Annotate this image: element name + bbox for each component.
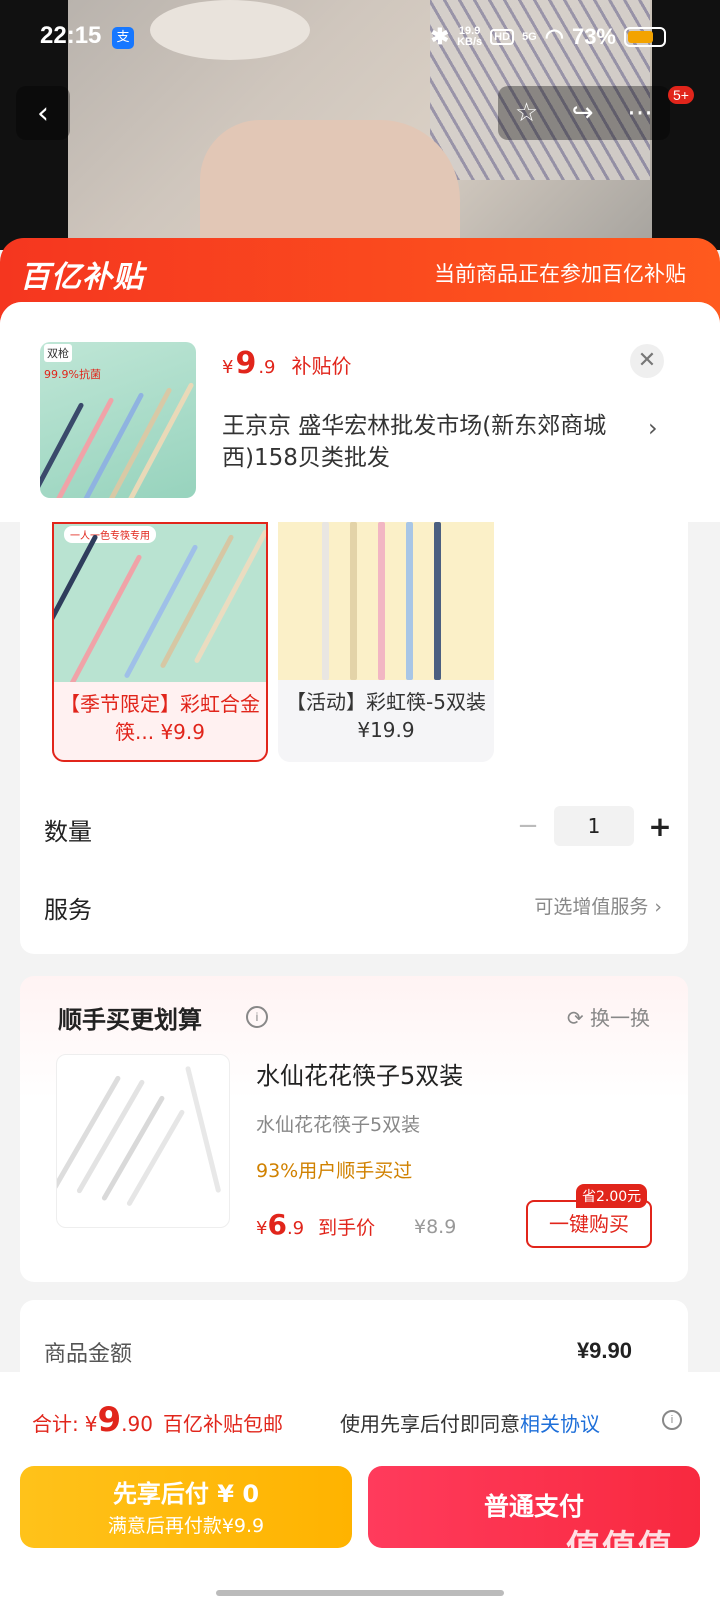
battery-icon	[624, 27, 666, 47]
watermark: 值值值	[566, 1528, 674, 1568]
total-currency: ¥	[84, 1412, 98, 1436]
total-int: 9	[97, 1400, 122, 1440]
agreement-link[interactable]: 相关协议	[520, 1412, 600, 1436]
nav-actions: ☆ ↪ ⋯	[498, 86, 670, 140]
wifi-icon: ◠	[544, 24, 564, 49]
sku-name: 【活动】彩虹筷-5双装 ¥19.9	[286, 690, 486, 742]
addon-name: 水仙花花筷子5双装	[256, 1062, 464, 1090]
close-button[interactable]: ✕	[630, 344, 664, 378]
home-indicator[interactable]	[216, 1590, 504, 1596]
purchase-sheet: 双枪 99.9%抗菌 ¥ 9 .9 补贴价 ✕ 王京京 盛华宏林批发市场(新东郊…	[0, 302, 720, 1372]
addon-title: 顺手买更划算	[58, 1006, 202, 1034]
addon-price-dec: .9	[286, 1218, 305, 1239]
summary-value: ¥9.90	[576, 1338, 632, 1363]
total-price: 合计: ¥ 9 .90 百亿补贴包邮	[32, 1400, 283, 1440]
pay-later-sub: 满意后再付款¥9.9	[107, 1515, 265, 1537]
info-icon[interactable]: i	[246, 1006, 268, 1028]
subsidy-logo: 百亿补贴	[20, 260, 144, 295]
sku-image	[278, 522, 494, 680]
signal-5g: 5G	[522, 30, 537, 43]
close-icon: ✕	[637, 348, 657, 373]
refresh-icon: ⟳	[566, 1006, 590, 1030]
sku-image: 一人一色专筷专用	[54, 524, 266, 682]
addon-price: ¥ 6 .9 到手价	[256, 1208, 375, 1241]
alipay-icon: 支	[112, 27, 134, 49]
quantity-input[interactable]: 1	[554, 806, 634, 846]
service-selector[interactable]: 可选增值服务 ›	[534, 892, 662, 919]
summary-label: 商品金额	[44, 1342, 133, 1367]
sku-option-2[interactable]: 【活动】彩虹筷-5双装 ¥19.9	[278, 522, 494, 762]
subsidy-price: ¥ 9 .9 补贴价	[222, 346, 352, 381]
price-int: 9	[235, 346, 257, 381]
pay-later-button[interactable]: 先享后付 ¥ 0 满意后再付款¥9.9	[20, 1466, 352, 1548]
addon-percent: 93%用户顺手买过	[256, 1160, 413, 1182]
product-header: 双枪 99.9%抗菌 ¥ 9 .9 补贴价 ✕ 王京京 盛华宏林批发市场(新东郊…	[0, 302, 720, 522]
decrease-button[interactable]: −	[508, 811, 548, 841]
swap-label: 换一换	[590, 1006, 650, 1030]
agreement-text: 使用先享后付即同意相关协议	[340, 1408, 600, 1437]
addon-image[interactable]	[56, 1054, 230, 1228]
product-thumbnail: 双枪 99.9%抗菌	[40, 342, 196, 498]
shipping-address[interactable]: 王京京 盛华宏林批发市场(新东郊商城西)158贝类批发	[222, 410, 640, 474]
status-bar: 22:15 支 ✱ 19.9 KB/s HD 5G ◠ 73%	[0, 0, 720, 76]
chevron-left-icon: ‹	[37, 95, 49, 131]
free-shipping: 百亿补贴包邮	[162, 1412, 283, 1436]
hd-icon: HD	[490, 29, 515, 45]
price-label: 补贴价	[291, 354, 352, 378]
addon-card: 顺手买更划算 i ⟳ 换一换 水仙花花筷子5双装 水仙花花筷子5双装 93%用户…	[20, 976, 688, 1282]
chevron-right-icon: ›	[648, 414, 658, 442]
total-label: 合计:	[32, 1412, 79, 1436]
increase-button[interactable]: +	[640, 810, 680, 843]
service-label: 服务	[44, 896, 92, 924]
save-badge: 省2.00元	[576, 1184, 648, 1208]
sku-option-1[interactable]: 一人一色专筷专用 【季节限定】彩虹合金筷... ¥9.9	[52, 522, 268, 762]
sku-name: 【季节限定】彩虹合金筷... ¥9.9	[60, 692, 260, 744]
bluetooth-icon: ✱	[430, 24, 450, 49]
thumb-tag: 99.9%抗菌	[44, 368, 101, 381]
addon-price-int: 6	[267, 1208, 287, 1241]
agreement-prefix: 使用先享后付即同意	[340, 1412, 520, 1436]
options-card: 一人一色专筷专用 【季节限定】彩虹合金筷... ¥9.9 【活动】彩虹筷-5双装…	[20, 522, 688, 954]
price-currency: ¥	[222, 357, 234, 378]
back-button[interactable]: ‹	[16, 86, 70, 140]
thumb-brand: 双枪	[44, 344, 72, 362]
message-badge: 5+	[668, 86, 694, 104]
addon-original-price: ¥8.9	[414, 1216, 457, 1238]
more-icon[interactable]: ⋯	[627, 98, 653, 128]
share-icon[interactable]: ↪	[572, 98, 594, 128]
subsidy-text: 当前商品正在参加百亿补贴	[434, 262, 686, 286]
quantity-stepper: − 1 +	[508, 806, 680, 846]
battery-percent: 73%	[571, 24, 616, 49]
net-speed: 19.9 KB/s	[457, 26, 482, 48]
total-dec: .90	[121, 1412, 153, 1436]
pay-later-label: 先享后付 ¥ 0	[112, 1480, 260, 1508]
addon-subtitle: 水仙花花筷子5双装	[256, 1114, 421, 1136]
status-time: 22:15	[40, 22, 102, 49]
price-dec: .9	[258, 357, 276, 378]
addon-price-label: 到手价	[318, 1217, 376, 1239]
quantity-label: 数量	[44, 818, 92, 846]
info-icon[interactable]: i	[662, 1410, 682, 1430]
addon-price-currency: ¥	[256, 1218, 268, 1239]
sku-tag: 一人一色专筷专用	[64, 526, 156, 543]
net-speed-unit: KB/s	[457, 36, 483, 48]
swap-button[interactable]: ⟳ 换一换	[567, 1002, 650, 1031]
star-icon[interactable]: ☆	[515, 98, 538, 128]
watermark-sub: zhizhizhi.com	[570, 1572, 679, 1591]
price-summary: 商品金额 ¥9.90	[20, 1300, 688, 1372]
